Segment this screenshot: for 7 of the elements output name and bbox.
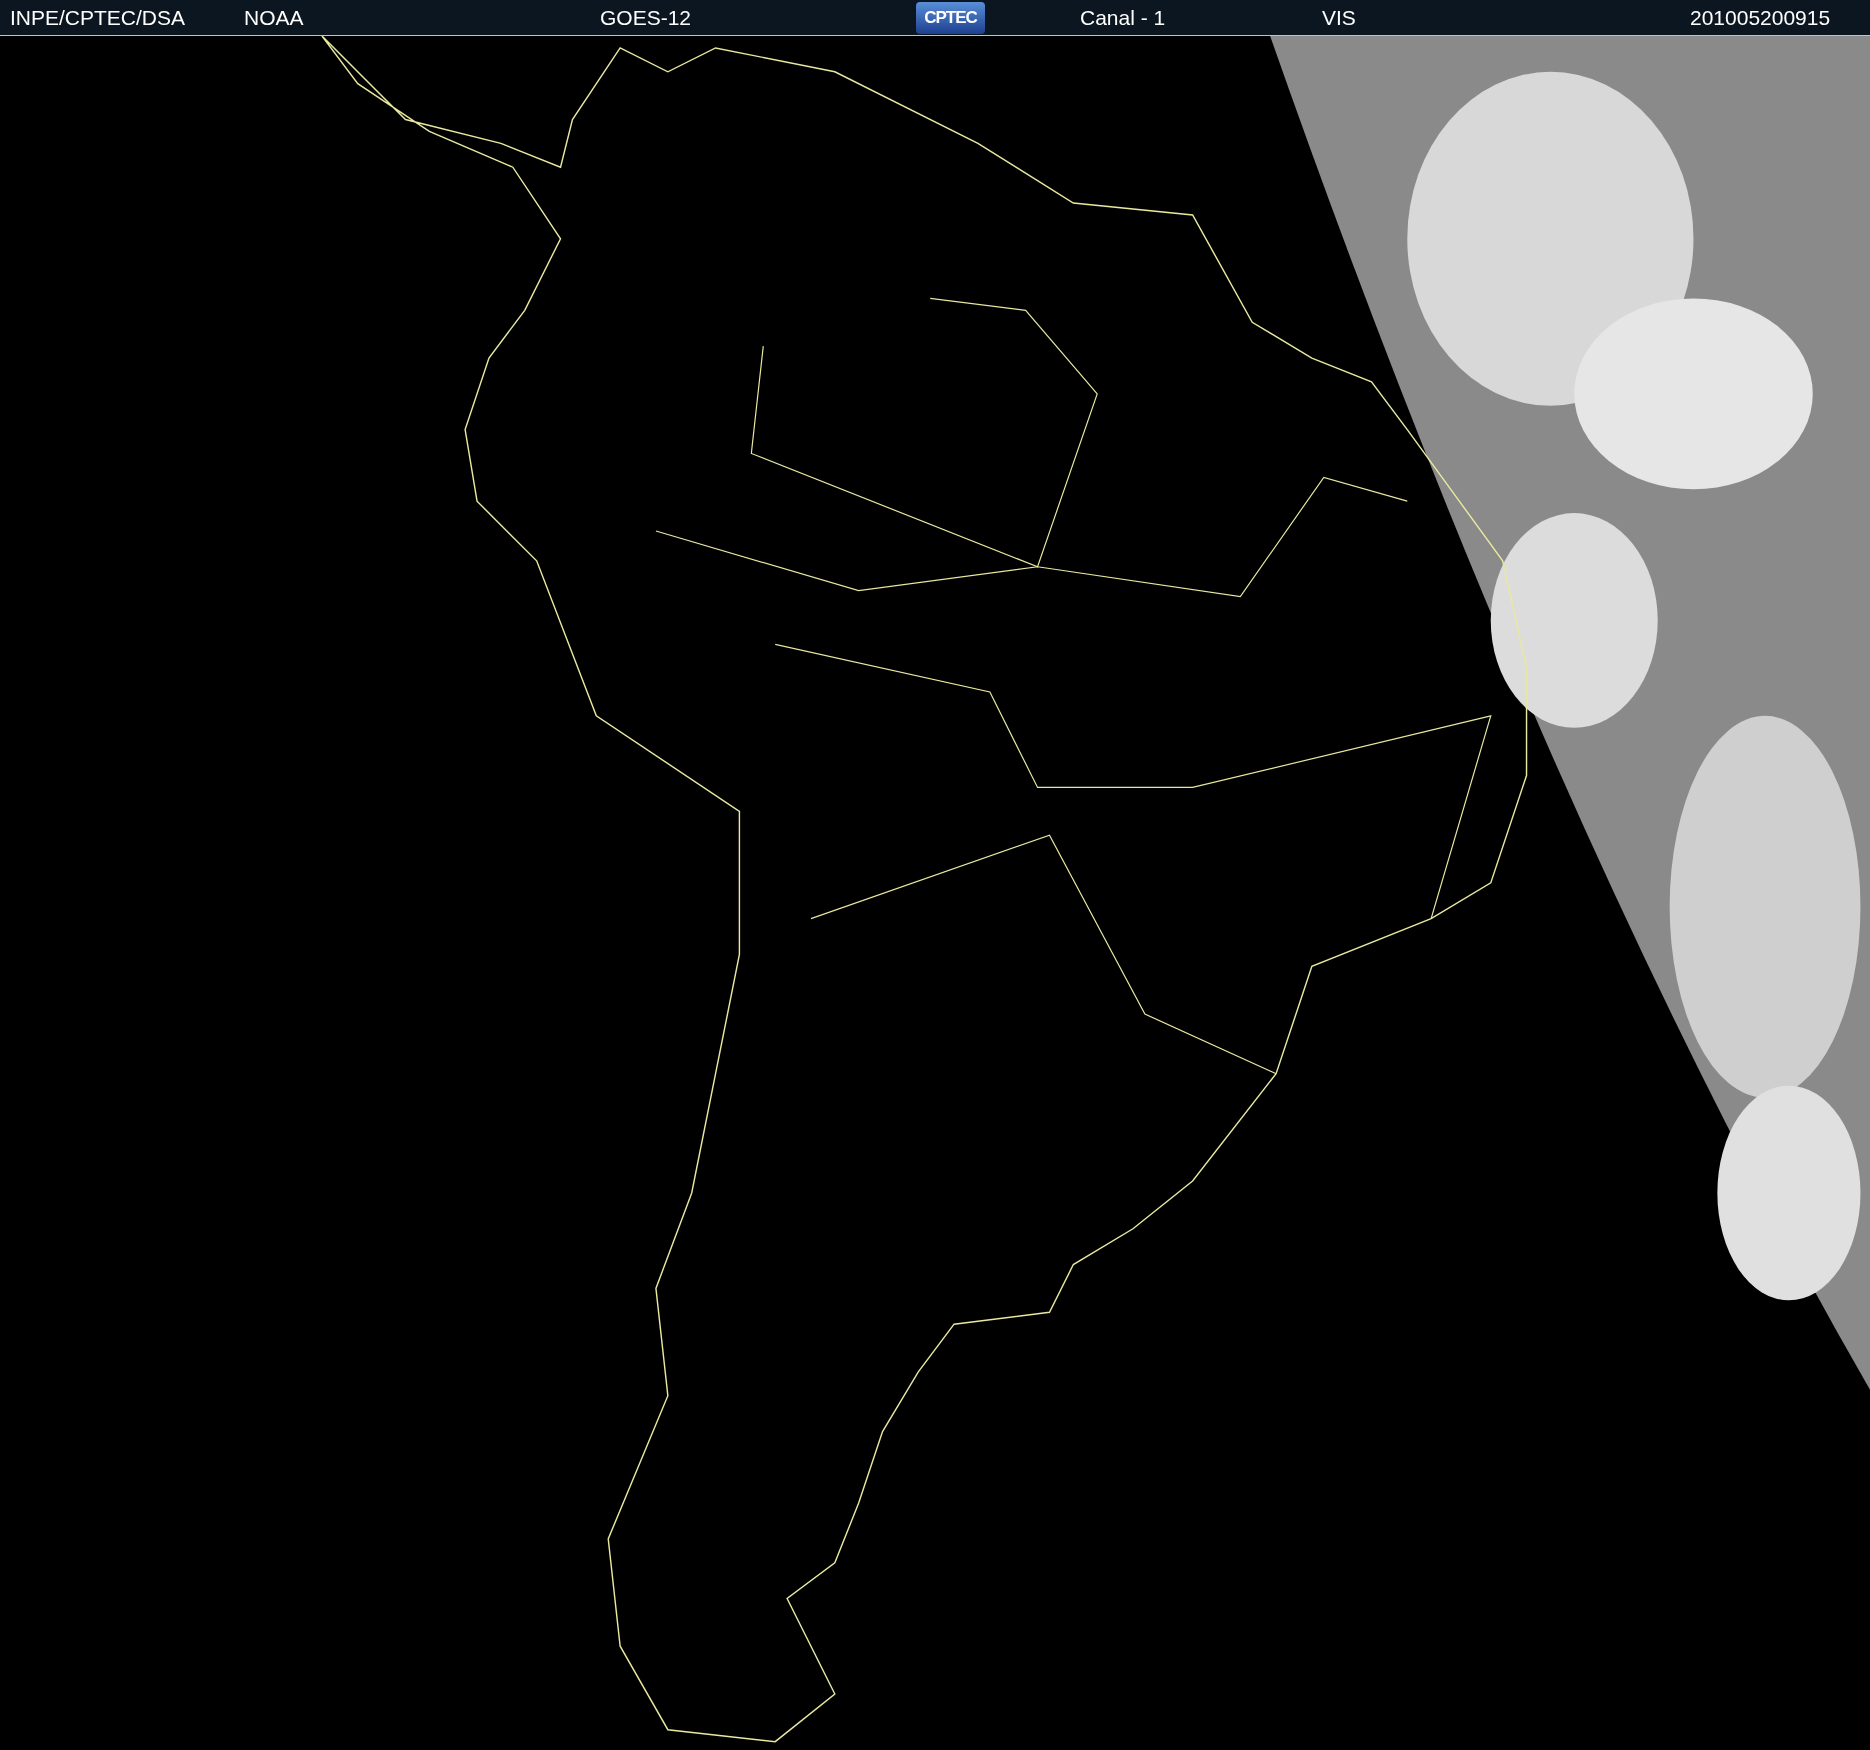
header-label: VIS xyxy=(1322,5,1356,30)
header-label: GOES-12 xyxy=(600,5,692,30)
header-label: NOAA xyxy=(244,5,304,30)
header-label: 201005200915 xyxy=(1690,5,1831,30)
header-label: INPE/CPTEC/DSA xyxy=(10,5,186,30)
header-label: Canal - 1 xyxy=(1080,5,1166,30)
logo: CPTEC xyxy=(916,1,985,34)
